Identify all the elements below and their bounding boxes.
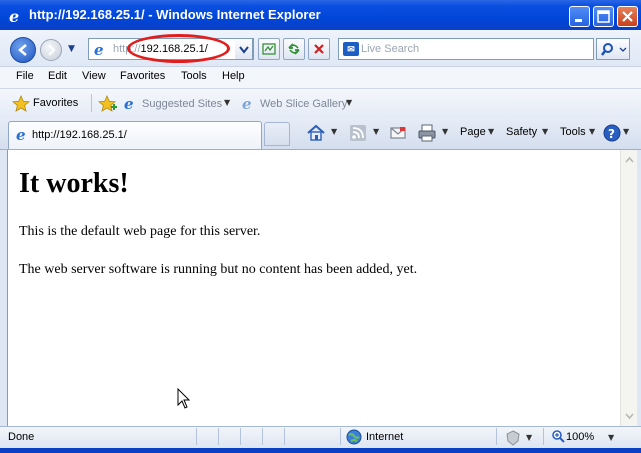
chevron-down-icon[interactable]: ▼ — [608, 433, 614, 442]
chevron-down-icon[interactable]: ▼ — [526, 433, 532, 442]
home-icon[interactable] — [306, 124, 326, 142]
maximize-icon — [597, 10, 610, 23]
close-button[interactable] — [617, 6, 638, 27]
window-frame-bottom — [0, 448, 641, 453]
chevron-down-icon[interactable]: ▼ — [589, 127, 595, 136]
refresh-icon — [288, 43, 300, 55]
divider — [496, 428, 497, 445]
chevron-down-icon[interactable]: ▼ — [623, 127, 629, 136]
cursor-icon — [177, 388, 191, 409]
ie-icon: e — [94, 42, 104, 58]
chevron-down-icon[interactable]: ▼ — [373, 127, 379, 136]
menu-file[interactable]: File — [16, 70, 34, 82]
help-icon[interactable]: ? — [603, 124, 621, 142]
chevron-down-icon[interactable]: ▼ — [488, 127, 494, 136]
status-text: Done — [8, 431, 35, 443]
window-frame-left — [0, 150, 7, 426]
globe-icon — [346, 429, 362, 445]
search-input[interactable]: ✉ Live Search — [338, 38, 594, 60]
chevron-down-icon — [239, 46, 249, 54]
window-title: http://192.168.25.1/ - Windows Internet … — [29, 7, 321, 22]
menu-edit[interactable]: Edit — [48, 70, 67, 82]
address-dropdown-button[interactable] — [235, 38, 253, 60]
back-icon — [18, 44, 27, 56]
page-menu[interactable]: Page — [460, 126, 486, 138]
page-paragraph: This is the default web page for this se… — [19, 224, 261, 239]
star-icon[interactable] — [12, 95, 30, 113]
compatibility-view-button[interactable] — [258, 38, 280, 60]
chevron-down-icon[interactable]: ▼ — [331, 127, 337, 136]
search-button[interactable] — [596, 38, 630, 60]
chevron-down-icon[interactable]: ▼ — [542, 127, 548, 136]
window-frame-right — [637, 150, 641, 426]
tab-label: http://192.168.25.1/ — [32, 129, 127, 141]
zoom-level[interactable]: 100% — [566, 431, 594, 443]
divider — [196, 428, 197, 445]
tab-active[interactable]: e http://192.168.25.1/ — [8, 121, 262, 149]
search-placeholder: Live Search — [361, 43, 420, 55]
safety-menu[interactable]: Safety — [506, 126, 537, 138]
svg-text:?: ? — [608, 127, 615, 141]
annotation-circle — [127, 34, 230, 63]
menu-bar: File Edit View Favorites Tools Help — [0, 66, 641, 88]
ie-icon: e — [16, 127, 26, 143]
search-icon — [601, 43, 627, 56]
scroll-up-icon[interactable] — [622, 152, 637, 167]
svg-text:e: e — [16, 127, 26, 143]
divider — [284, 428, 285, 445]
close-icon — [622, 11, 633, 22]
status-bar — [0, 426, 641, 449]
browser-window: e http://192.168.25.1/ - Windows Interne… — [0, 0, 641, 453]
recent-pages-dropdown[interactable]: ▼ — [68, 44, 75, 54]
refresh-button[interactable] — [283, 38, 305, 60]
add-favorite-icon[interactable] — [98, 95, 118, 113]
divider — [340, 428, 341, 445]
menu-view[interactable]: View — [82, 70, 106, 82]
ie-icon: e — [9, 8, 19, 24]
live-search-logo-icon: ✉ — [343, 42, 359, 56]
web-slice-gallery-link[interactable]: Web Slice Gallery — [260, 98, 347, 110]
svg-text:e: e — [94, 42, 104, 58]
page-paragraph: The web server software is running but n… — [19, 262, 418, 277]
chevron-down-icon[interactable]: ▼ — [346, 98, 352, 107]
divider — [262, 428, 263, 445]
suggested-sites-link[interactable]: Suggested Sites — [142, 98, 222, 110]
forward-button[interactable] — [40, 39, 62, 61]
chevron-down-icon[interactable]: ▼ — [442, 127, 448, 136]
forward-icon — [48, 44, 56, 56]
svg-text:e: e — [124, 96, 134, 112]
maximize-button[interactable] — [593, 6, 614, 27]
tools-menu[interactable]: Tools — [560, 126, 586, 138]
chevron-down-icon[interactable]: ▼ — [224, 98, 230, 107]
divider — [240, 428, 241, 445]
menu-help[interactable]: Help — [222, 70, 245, 82]
menu-favorites[interactable]: Favorites — [120, 70, 165, 82]
minimize-button[interactable] — [569, 6, 590, 27]
mail-icon[interactable] — [389, 124, 407, 142]
page-heading: It works! — [19, 168, 129, 199]
scroll-down-icon[interactable] — [622, 409, 637, 424]
protected-mode-icon[interactable] — [505, 430, 521, 446]
stop-icon — [314, 44, 324, 54]
stop-button[interactable] — [308, 38, 330, 60]
title-bar[interactable]: e http://192.168.25.1/ - Windows Interne… — [0, 0, 641, 30]
zoom-icon[interactable] — [551, 429, 565, 443]
security-zone[interactable]: Internet — [366, 431, 403, 443]
divider — [91, 94, 92, 112]
minimize-icon — [575, 19, 582, 22]
favorites-button[interactable]: Favorites — [33, 97, 78, 109]
ie-icon: e — [124, 96, 134, 112]
vertical-scrollbar[interactable] — [620, 150, 638, 426]
svg-text:e: e — [242, 96, 252, 112]
ie-icon: e — [242, 96, 252, 112]
divider — [543, 428, 544, 445]
print-icon[interactable] — [417, 124, 437, 142]
back-button[interactable] — [10, 37, 36, 63]
svg-text:e: e — [9, 8, 19, 24]
menu-tools[interactable]: Tools — [181, 70, 207, 82]
compatibility-icon — [262, 43, 276, 55]
divider — [218, 428, 219, 445]
rss-icon[interactable] — [349, 124, 367, 142]
new-tab-button[interactable] — [264, 122, 290, 146]
